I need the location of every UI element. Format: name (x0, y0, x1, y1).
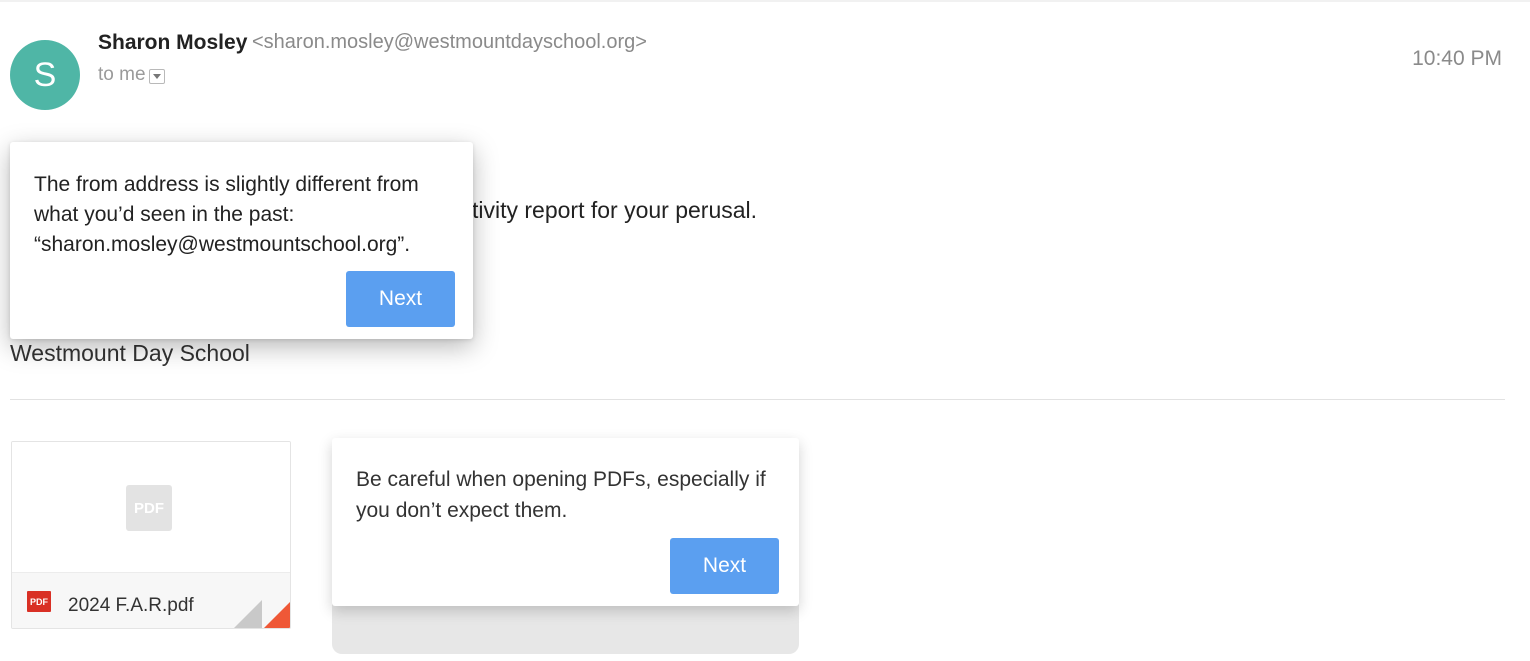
next-button[interactable]: Next (346, 271, 455, 327)
pdf-file-icon: PDF (27, 591, 51, 612)
folded-corner-shadow-icon (232, 600, 262, 628)
attachments-divider (10, 399, 1505, 400)
attachment-footer[interactable]: PDF 2024 F.A.R.pdf (12, 572, 290, 628)
pdf-warning-tooltip: Be careful when opening PDFs, especially… (332, 438, 799, 606)
next-button[interactable]: Next (670, 538, 779, 594)
pdf-attachment-card[interactable]: PDF PDF 2024 F.A.R.pdf (11, 441, 291, 629)
attachment-file-name[interactable]: 2024 F.A.R.pdf (68, 595, 194, 617)
top-border (0, 0, 1530, 2)
sender-name[interactable]: Sharon Mosley (98, 31, 247, 55)
folded-corner-icon (262, 600, 290, 628)
recipient-details-dropdown-icon[interactable] (148, 69, 165, 84)
from-address-warning-tooltip: The from address is slightly different f… (10, 142, 473, 339)
recipient-label: to me (98, 64, 146, 85)
sender-email: <sharon.mosley@westmountdayschool.org> (252, 31, 647, 53)
attachment-preview[interactable]: PDF (12, 442, 290, 572)
email-timestamp: 10:40 PM (1412, 47, 1502, 70)
sender-avatar[interactable]: S (10, 40, 80, 110)
recipient-line: to me (98, 64, 165, 86)
email-signature: Westmount Day School (10, 340, 250, 366)
pdf-placeholder-icon: PDF (126, 485, 172, 531)
from-address-warning-message: The from address is slightly different f… (34, 173, 419, 256)
pdf-warning-message: Be careful when opening PDFs, especially… (356, 468, 766, 522)
email-body-fragment: tivity report for your perusal. (472, 197, 758, 223)
